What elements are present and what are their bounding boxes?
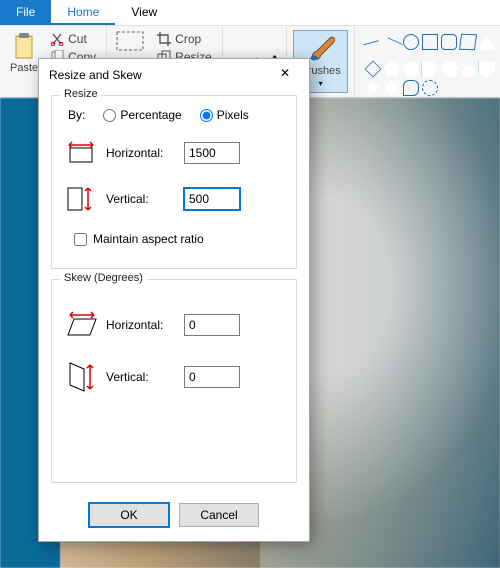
menu-view[interactable]: View xyxy=(115,0,173,25)
shape-star5-icon[interactable] xyxy=(365,80,381,96)
select-icon xyxy=(115,30,145,56)
skew-section: Skew (Degrees) Horizontal: Vertical: xyxy=(51,279,297,483)
shapes-group xyxy=(355,26,500,97)
skew-vertical-icon xyxy=(64,362,98,392)
resize-legend: Resize xyxy=(60,88,102,100)
paste-icon xyxy=(13,32,35,60)
percentage-label: Percentage xyxy=(120,108,181,122)
chevron-down-icon: ▾ xyxy=(319,79,323,88)
menu-bar: File Home View xyxy=(0,0,500,26)
skew-vertical-input[interactable] xyxy=(184,366,240,388)
menu-file[interactable]: File xyxy=(0,0,51,25)
crop-button[interactable]: Crop xyxy=(153,30,216,48)
menu-home[interactable]: Home xyxy=(51,0,115,25)
brush-icon xyxy=(307,35,335,63)
dialog-buttons: OK Cancel xyxy=(51,493,297,541)
pixels-radio-input[interactable] xyxy=(200,109,213,122)
shape-star6-icon[interactable] xyxy=(384,80,400,96)
shape-polygon-icon[interactable] xyxy=(459,34,477,51)
pixels-radio[interactable]: Pixels xyxy=(200,108,249,122)
select-button[interactable] xyxy=(113,30,147,56)
resize-horizontal-icon xyxy=(64,138,98,168)
shape-curve-icon[interactable] xyxy=(381,37,402,58)
dialog-title: Resize and Skew xyxy=(49,68,271,82)
resize-vertical-label: Vertical: xyxy=(106,192,176,206)
shape-line-icon[interactable] xyxy=(363,40,383,60)
close-icon: ✕ xyxy=(280,66,290,80)
maintain-aspect-input[interactable] xyxy=(74,233,87,246)
resize-skew-dialog: Resize and Skew ✕ Resize By: Percentage … xyxy=(38,58,310,542)
shapes-gallery[interactable] xyxy=(361,30,499,100)
shape-diamond-icon[interactable] xyxy=(364,61,381,78)
percentage-radio-input[interactable] xyxy=(103,109,116,122)
skew-horizontal-input[interactable] xyxy=(184,314,240,336)
resize-horizontal-label: Horizontal: xyxy=(106,146,176,160)
shape-rect-icon[interactable] xyxy=(422,34,438,50)
shape-arrowR-icon[interactable] xyxy=(422,61,438,77)
shape-oval-icon[interactable] xyxy=(403,34,419,50)
resize-section: Resize By: Percentage Pixels Horizontal: xyxy=(51,95,297,269)
shape-triangle-icon[interactable] xyxy=(479,34,495,50)
shape-arrowD-icon[interactable] xyxy=(479,61,495,77)
resize-vertical-input[interactable] xyxy=(184,188,240,210)
cut-label: Cut xyxy=(68,32,87,46)
close-button[interactable]: ✕ xyxy=(271,64,299,86)
shape-hexagon-icon[interactable] xyxy=(403,61,419,77)
crop-label: Crop xyxy=(175,32,201,46)
shape-pentagon-icon[interactable] xyxy=(384,61,400,77)
paste-button[interactable]: Paste xyxy=(6,30,42,76)
maintain-aspect-checkbox[interactable]: Maintain aspect ratio xyxy=(74,232,284,246)
shape-arrowL-icon[interactable] xyxy=(441,61,457,77)
skew-horizontal-label: Horizontal: xyxy=(106,318,176,332)
percentage-radio[interactable]: Percentage xyxy=(103,108,181,122)
by-label: By: xyxy=(68,108,85,122)
dialog-titlebar: Resize and Skew ✕ xyxy=(39,59,309,91)
shape-arrowU-icon[interactable] xyxy=(460,61,476,77)
cancel-button[interactable]: Cancel xyxy=(179,503,259,527)
resize-horizontal-input[interactable] xyxy=(184,142,240,164)
cut-button[interactable]: Cut xyxy=(46,30,100,48)
maintain-aspect-label: Maintain aspect ratio xyxy=(93,232,204,246)
paste-label: Paste xyxy=(10,62,38,74)
skew-vertical-label: Vertical: xyxy=(106,370,176,384)
skew-legend: Skew (Degrees) xyxy=(60,272,147,284)
pixels-label: Pixels xyxy=(217,108,249,122)
cut-icon xyxy=(50,32,64,46)
skew-horizontal-icon xyxy=(64,310,98,340)
shape-cloud-icon[interactable] xyxy=(422,80,438,96)
crop-icon xyxy=(157,32,171,46)
shape-speech-icon[interactable] xyxy=(403,80,419,96)
shape-roundrect-icon[interactable] xyxy=(441,34,457,50)
ok-button[interactable]: OK xyxy=(89,503,169,527)
resize-vertical-icon xyxy=(64,184,98,214)
